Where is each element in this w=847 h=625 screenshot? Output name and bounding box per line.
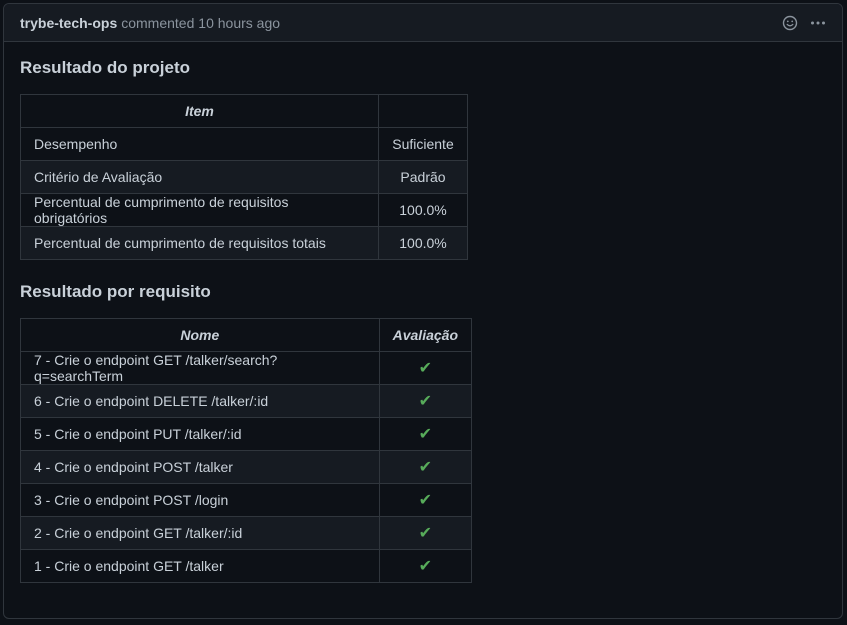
comment-timestamp-link[interactable]: 10 hours ago [198, 15, 280, 31]
project-result-heading: Resultado do projeto [20, 58, 190, 77]
comment-header-actions [782, 4, 826, 42]
requirement-name-cell: 1 - Crie o endpoint GET /talker [20, 549, 380, 583]
check-icon: ✔ [378, 549, 473, 583]
requirement-name-cell: 2 - Crie o endpoint GET /talker/:id [20, 516, 380, 550]
requirement-name-cell: 4 - Crie o endpoint POST /talker [20, 450, 380, 484]
requirements-result-table: Nome Avaliação 7 - Crie o endpoint GET /… [20, 318, 473, 583]
comment-body: Resultado do projeto Item Desempenho Suf… [4, 42, 842, 583]
column-header-evaluation: Avaliação [378, 318, 473, 352]
table-row: 3 - Crie o endpoint POST /login ✔ [20, 483, 473, 517]
comment-box: trybe-tech-ops commented 10 hours ago Re… [3, 3, 843, 619]
value-cell: Suficiente [378, 127, 468, 161]
comment-action: commented [121, 14, 195, 31]
requirements-result-heading: Resultado por requisito [20, 282, 211, 301]
table-row: Percentual de cumprimento de requisitos … [20, 226, 468, 260]
requirement-name-cell: 5 - Crie o endpoint PUT /talker/:id [20, 417, 380, 451]
table-row: Percentual de cumprimento de requisitos … [20, 193, 468, 227]
check-icon: ✔ [378, 417, 473, 451]
comment-header: trybe-tech-ops commented 10 hours ago [4, 4, 842, 42]
table-row: Desempenho Suficiente [20, 127, 468, 161]
column-header-name: Nome [20, 318, 380, 352]
check-icon: ✔ [378, 351, 473, 385]
smiley-icon[interactable] [782, 15, 798, 31]
table-header-row: Item [20, 94, 468, 128]
table-header-row: Nome Avaliação [20, 318, 473, 352]
item-cell: Percentual de cumprimento de requisitos … [20, 193, 379, 227]
column-header-value [378, 94, 468, 128]
table-row: Critério de Avaliação Padrão [20, 160, 468, 194]
requirement-name-cell: 6 - Crie o endpoint DELETE /talker/:id [20, 384, 380, 418]
check-icon: ✔ [378, 516, 473, 550]
value-cell: 100.0% [378, 193, 468, 227]
project-result-table: Item Desempenho Suficiente Critério de A… [20, 94, 468, 260]
table-row: 5 - Crie o endpoint PUT /talker/:id ✔ [20, 417, 473, 451]
status-check: ✔ [418, 525, 433, 542]
table-row: 4 - Crie o endpoint POST /talker ✔ [20, 450, 473, 484]
item-cell: Critério de Avaliação [20, 160, 379, 194]
status-check: ✔ [418, 360, 433, 377]
status-check: ✔ [418, 426, 433, 443]
requirement-name-cell: 7 - Crie o endpoint GET /talker/search?q… [20, 351, 380, 385]
kebab-horizontal-icon[interactable] [810, 15, 826, 31]
status-check: ✔ [418, 492, 433, 509]
table-row: 6 - Crie o endpoint DELETE /talker/:id ✔ [20, 384, 473, 418]
status-check: ✔ [418, 459, 433, 476]
item-cell: Percentual de cumprimento de requisitos … [20, 226, 379, 260]
value-cell: Padrão [378, 160, 468, 194]
requirement-name-cell: 3 - Crie o endpoint POST /login [20, 483, 380, 517]
check-icon: ✔ [378, 384, 473, 418]
table-row: 7 - Crie o endpoint GET /talker/search?q… [20, 351, 473, 385]
column-header-item: Item [20, 94, 379, 128]
status-check: ✔ [418, 393, 433, 410]
check-icon: ✔ [378, 483, 473, 517]
comment-meta: commented 10 hours ago [121, 15, 280, 31]
check-icon: ✔ [378, 450, 473, 484]
table-row: 2 - Crie o endpoint GET /talker/:id ✔ [20, 516, 473, 550]
table-row: 1 - Crie o endpoint GET /talker ✔ [20, 549, 473, 583]
comment-author-link[interactable]: trybe-tech-ops [20, 15, 117, 31]
item-cell: Desempenho [20, 127, 379, 161]
value-cell: 100.0% [378, 226, 468, 260]
status-check: ✔ [418, 558, 433, 575]
